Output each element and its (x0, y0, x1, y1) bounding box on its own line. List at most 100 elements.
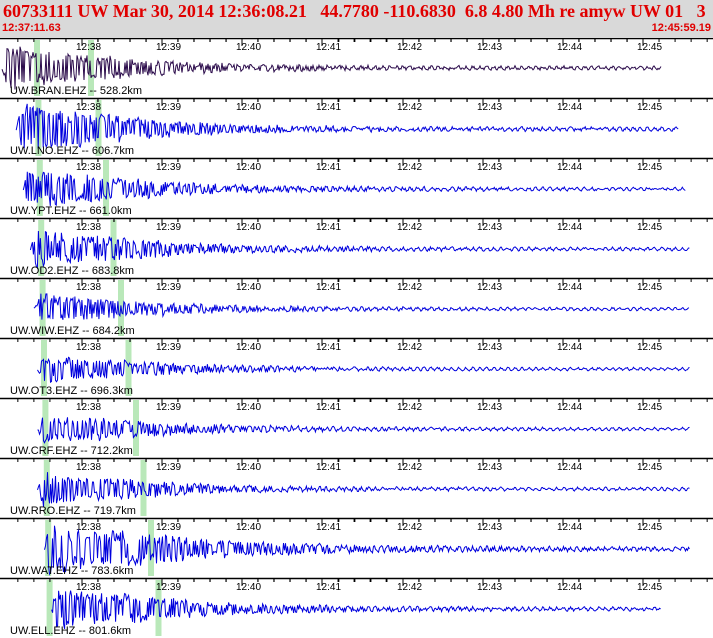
time-tick-label: 12:41 (316, 582, 341, 593)
time-tick-label: 12:45 (637, 342, 662, 353)
time-tick-label: 12:39 (156, 222, 181, 233)
time-tick-label: 12:38 (76, 462, 101, 473)
time-tick-label: 12:45 (637, 522, 662, 533)
time-tick-label: 12:44 (557, 162, 582, 173)
end-time-label: 12:45:59.19 (651, 22, 711, 34)
time-tick-label: 12:45 (637, 402, 662, 413)
time-tick-label: 12:40 (236, 162, 261, 173)
time-tick-label: 12:40 (236, 102, 261, 113)
time-tick-label: 12:39 (156, 42, 181, 53)
channel-label: UW.YPT.EHZ -- 661.0km (10, 205, 132, 217)
time-tick-label: 12:38 (76, 342, 101, 353)
time-tick-label: 12:42 (397, 342, 422, 353)
time-tick-label: 12:39 (156, 522, 181, 533)
time-tick-label: 12:43 (477, 342, 502, 353)
time-tick-label: 12:42 (397, 102, 422, 113)
time-tick-label: 12:38 (76, 282, 101, 293)
time-tick-label: 12:42 (397, 42, 422, 53)
time-tick-label: 12:39 (156, 102, 181, 113)
trace-panel: 12:38 12:39 12:40 12:41 12:42 12:43 12:44 12:45… (0, 38, 713, 97)
trace-panel: 12:38 12:39 12:40 12:41 12:42 12:43 12:44 12:45… (0, 577, 713, 637)
time-tick-label: 12:45 (637, 42, 662, 53)
time-tick-label: 12:41 (316, 402, 341, 413)
channel-label: UW.CRF.EHZ -- 712.2km (10, 445, 133, 457)
time-tick-label: 12:40 (236, 282, 261, 293)
waveform-trace (29, 230, 690, 270)
time-tick-label: 12:40 (236, 222, 261, 233)
time-tick-label: 12:39 (156, 582, 181, 593)
waveform-trace (37, 356, 690, 384)
trace-panel: 12:38 12:39 12:40 12:41 12:42 12:43 12:44 12:45… (0, 397, 713, 457)
channel-label: UW.OD2.EHZ -- 683.8km (10, 265, 134, 277)
time-tick-label: 12:41 (316, 282, 341, 293)
time-tick-label: 12:40 (236, 522, 261, 533)
time-tick-label: 12:40 (236, 582, 261, 593)
time-tick-label: 12:43 (477, 102, 502, 113)
time-tick-label: 12:39 (156, 282, 181, 293)
time-tick-label: 12:41 (316, 462, 341, 473)
time-tick-label: 12:38 (76, 402, 101, 413)
time-tick-label: 12:44 (557, 102, 582, 113)
time-tick-label: 12:39 (156, 402, 181, 413)
event-header: 60733111 UW Mar 30, 2014 12:36:08.21 44.… (0, 0, 713, 38)
channel-label: UW.BRAN.EHZ -- 528.2km (10, 85, 142, 97)
time-tick-label: 12:40 (236, 342, 261, 353)
time-tick-label: 12:43 (477, 162, 502, 173)
time-tick-label: 12:42 (397, 462, 422, 473)
time-tick-label: 12:44 (557, 522, 582, 533)
time-tick-label: 12:38 (76, 582, 101, 593)
waveform-trace (33, 293, 690, 320)
time-tick-label: 12:43 (477, 402, 502, 413)
time-tick-label: 12:39 (156, 342, 181, 353)
time-tick-label: 12:44 (557, 42, 582, 53)
trace-panel: 12:38 12:39 12:40 12:41 12:42 12:43 12:44 12:45… (0, 277, 713, 337)
phase-pick-band (148, 520, 154, 576)
seismogram-plot: 12:38 12:39 12:40 12:41 12:42 12:43 12:44 12:45… (0, 38, 713, 637)
time-tick-label: 12:44 (557, 582, 582, 593)
waveform-trace (22, 171, 686, 207)
time-tick-label: 12:45 (637, 162, 662, 173)
channel-label: UW.LNO.EHZ -- 606.7km (10, 145, 134, 157)
time-tick-label: 12:41 (316, 522, 341, 533)
channel-label: UW.RRO.EHZ -- 719.7km (10, 505, 136, 517)
time-tick-label: 12:39 (156, 462, 181, 473)
time-tick-label: 12:43 (477, 462, 502, 473)
event-title: 60733111 UW Mar 30, 2014 12:36:08.21 44.… (3, 1, 706, 21)
time-tick-label: 12:43 (477, 282, 502, 293)
time-tick-label: 12:45 (637, 222, 662, 233)
waveform-trace (37, 472, 690, 507)
time-tick-label: 12:43 (477, 42, 502, 53)
time-tick-label: 12:44 (557, 222, 582, 233)
time-tick-label: 12:38 (76, 42, 101, 53)
time-tick-label: 12:38 (76, 162, 101, 173)
time-tick-label: 12:44 (557, 462, 582, 473)
time-tick-label: 12:44 (557, 282, 582, 293)
time-tick-label: 12:39 (156, 162, 181, 173)
channel-label: UW.ELL.EHZ -- 801.6km (10, 625, 131, 637)
time-tick-label: 12:38 (76, 522, 101, 533)
time-tick-label: 12:42 (397, 222, 422, 233)
time-tick-label: 12:42 (397, 522, 422, 533)
time-tick-label: 12:41 (316, 102, 341, 113)
time-tick-label: 12:40 (236, 402, 261, 413)
trace-panel: 12:38 12:39 12:40 12:41 12:42 12:43 12:44 12:45… (0, 157, 713, 217)
time-tick-label: 12:45 (637, 282, 662, 293)
time-tick-label: 12:42 (397, 582, 422, 593)
time-tick-label: 12:45 (637, 102, 662, 113)
time-tick-label: 12:44 (557, 402, 582, 413)
trace-panel: 12:38 12:39 12:40 12:41 12:42 12:43 12:44 12:45… (0, 457, 713, 517)
trace-panel: 12:38 12:39 12:40 12:41 12:42 12:43 12:44 12:45… (0, 337, 713, 397)
time-tick-label: 12:43 (477, 582, 502, 593)
time-tick-label: 12:43 (477, 222, 502, 233)
trace-panel: 12:38 12:39 12:40 12:41 12:42 12:43 12:44 12:45… (0, 217, 713, 277)
time-tick-label: 12:38 (76, 102, 101, 113)
phase-pick-band (140, 460, 147, 516)
time-tick-label: 12:45 (637, 462, 662, 473)
time-tick-label: 12:38 (76, 222, 101, 233)
time-tick-label: 12:40 (236, 42, 261, 53)
channel-label: UW.WAT.EHZ -- 783.6km (10, 565, 133, 577)
time-tick-label: 12:41 (316, 342, 341, 353)
time-tick-label: 12:41 (316, 42, 341, 53)
trace-panel: 12:38 12:39 12:40 12:41 12:42 12:43 12:44 12:45… (0, 97, 713, 157)
time-tick-label: 12:43 (477, 522, 502, 533)
